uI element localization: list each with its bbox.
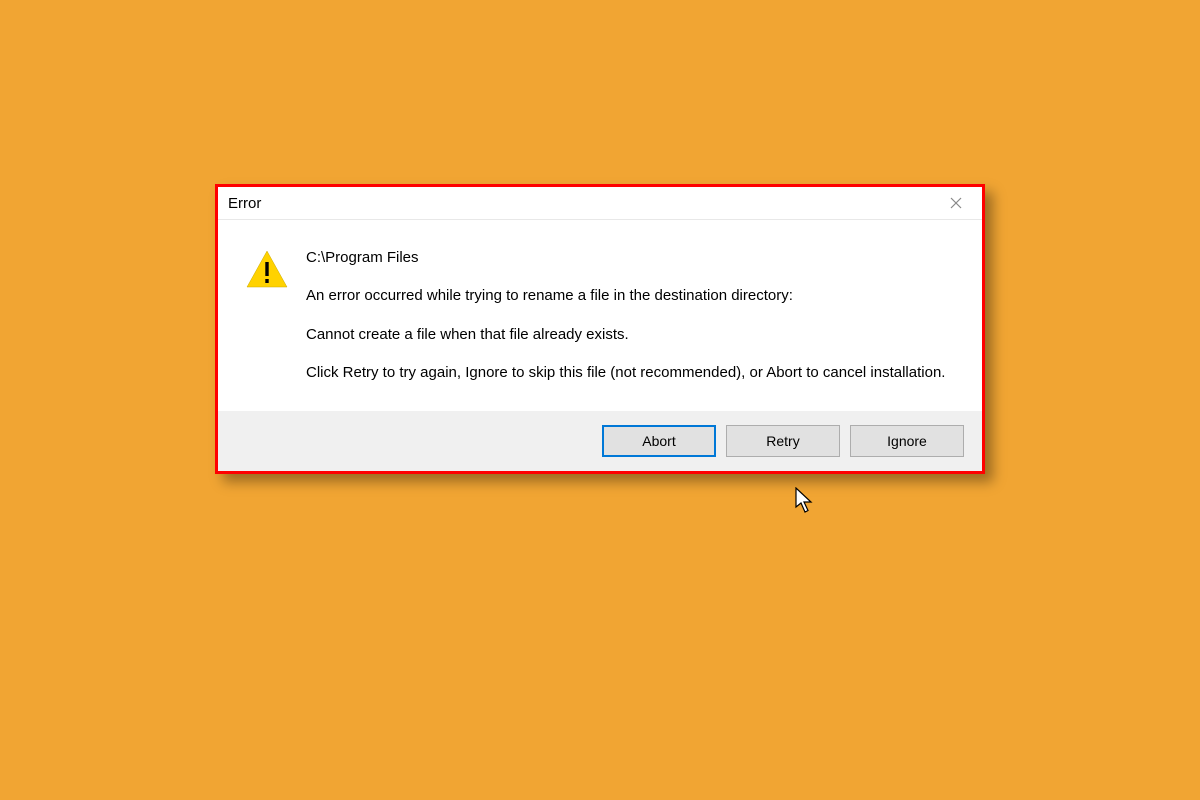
- error-message-1: An error occurred while trying to rename…: [306, 286, 950, 306]
- close-button[interactable]: [936, 191, 976, 215]
- retry-button[interactable]: Retry: [726, 425, 840, 457]
- dialog-body: C:\Program Files An error occurred while…: [218, 220, 982, 411]
- message-column: C:\Program Files An error occurred while…: [306, 248, 950, 383]
- dialog-footer: Abort Retry Ignore: [218, 411, 982, 471]
- warning-icon: [246, 250, 306, 288]
- close-icon: [950, 193, 962, 214]
- icon-column: [246, 248, 306, 383]
- dialog-title: Error: [228, 195, 261, 212]
- titlebar: Error: [218, 187, 982, 220]
- cursor-icon: [795, 487, 815, 519]
- error-path: C:\Program Files: [306, 248, 950, 268]
- abort-button[interactable]: Abort: [602, 425, 716, 457]
- ignore-button[interactable]: Ignore: [850, 425, 964, 457]
- error-message-3: Click Retry to try again, Ignore to skip…: [306, 363, 950, 383]
- error-message-2: Cannot create a file when that file alre…: [306, 325, 950, 345]
- error-dialog: Error C:\Program Files An error occurred…: [215, 184, 985, 474]
